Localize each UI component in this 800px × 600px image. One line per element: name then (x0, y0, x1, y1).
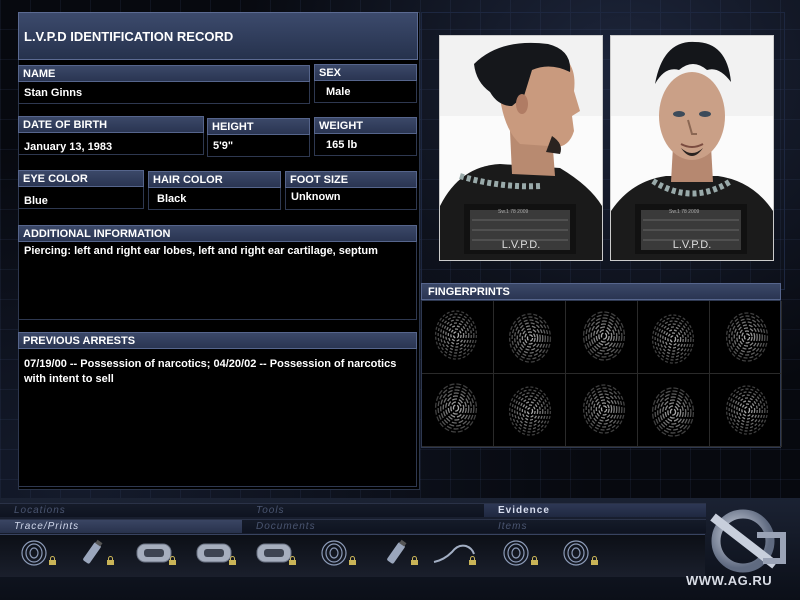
lock-icon (531, 552, 538, 570)
eye-color-label: EYE COLOR (18, 170, 144, 187)
placard-text-front: L.V.P.D. (672, 239, 712, 251)
height-label: HEIGHT (207, 118, 310, 135)
sex-label: SEX (314, 64, 417, 81)
inventory-slot[interactable] (250, 538, 298, 572)
lock-icon (229, 552, 236, 570)
tab-items[interactable]: Items (484, 519, 706, 533)
mugshot-front: L.V.P.D. Sw.1 78 2009 (610, 35, 774, 261)
fingerprint-icon (559, 539, 593, 572)
lock-icon (289, 552, 296, 570)
dob-value: January 13, 1983 (18, 133, 204, 155)
fingerprint-icon (725, 312, 768, 362)
spray-bottle-icon (75, 538, 109, 573)
record-title-bar: L.V.P.D IDENTIFICATION RECORD (18, 12, 418, 60)
fingerprint-sample[interactable] (494, 301, 566, 374)
fingerprint-sample[interactable] (422, 374, 494, 447)
lock-icon (49, 552, 56, 570)
fingerprints-label: FINGERPRINTS (421, 283, 781, 300)
previous-arrests-value: 07/19/00 -- Possession of narcotics; 04/… (18, 349, 417, 487)
csi-logo-icon[interactable] (705, 505, 787, 573)
tape-lift-icon (134, 540, 174, 571)
watermark: WWW.AG.RU (686, 573, 773, 588)
additional-info-label: ADDITIONAL INFORMATION (18, 225, 417, 242)
eye-color-value: Blue (18, 187, 144, 209)
inventory-slot[interactable] (310, 538, 358, 572)
lock-icon (349, 552, 356, 570)
inventory-slot[interactable] (372, 538, 420, 572)
additional-info-value: Piercing: left and right ear lobes, left… (18, 242, 417, 320)
fingerprint-icon (582, 384, 625, 434)
sex-value: Male (314, 81, 417, 103)
foot-size-value: Unknown (285, 188, 417, 210)
tab-trace-prints[interactable]: Trace/Prints (0, 519, 242, 533)
fingerprint-icon (651, 387, 694, 437)
hair-color-value: Black (148, 188, 281, 210)
fingerprint-icon (317, 539, 351, 572)
tab-evidence[interactable]: Evidence (484, 503, 706, 517)
fingerprint-icon (651, 314, 694, 364)
fingerprint-icon (725, 385, 768, 435)
name-value: Stan Ginns (18, 82, 310, 104)
mugshot-front-image (611, 36, 773, 260)
fingerprint-icon (17, 539, 51, 572)
fingerprints-grid (421, 300, 782, 448)
fingerprint-icon (582, 311, 625, 361)
record-title: L.V.P.D IDENTIFICATION RECORD (24, 29, 234, 44)
inventory-slot[interactable] (430, 538, 478, 572)
inventory-slot[interactable] (130, 538, 178, 572)
foot-size-label: FOOT SIZE (285, 171, 417, 188)
placard-small-front: Sw.1 78 2009 (669, 209, 700, 215)
fingerprint-sample[interactable] (422, 301, 494, 374)
hair-color-label: HAIR COLOR (148, 171, 281, 188)
inventory-slot[interactable] (10, 538, 58, 572)
fingerprint-sample[interactable] (638, 374, 710, 447)
height-value: 5'9" (207, 135, 310, 157)
lock-icon (591, 552, 598, 570)
mugshot-profile-image (440, 36, 602, 260)
fingerprint-icon (508, 313, 551, 363)
fingerprint-icon (434, 310, 477, 360)
fingerprint-sample[interactable] (710, 301, 782, 374)
fingerprint-icon (499, 539, 533, 572)
placard-small-profile: Sw.1 78 2009 (498, 209, 529, 215)
tape-lift-icon (254, 540, 294, 571)
inventory-slot[interactable] (552, 538, 600, 572)
spray-bottle-icon (379, 538, 413, 573)
tab-documents[interactable]: Documents (242, 519, 484, 533)
inventory-slot[interactable] (492, 538, 540, 572)
fingerprint-sample[interactable] (638, 301, 710, 374)
dob-label: DATE OF BIRTH (18, 116, 204, 133)
mugshot-profile: L.V.P.D. Sw.1 78 2009 (439, 35, 603, 261)
tab-tools[interactable]: Tools (242, 503, 484, 517)
inventory-slot[interactable] (190, 538, 238, 572)
weight-label: WEIGHT (314, 117, 417, 134)
fingerprint-sample[interactable] (710, 374, 782, 447)
fingerprint-icon (434, 383, 477, 433)
lock-icon (169, 552, 176, 570)
fingerprint-sample[interactable] (566, 374, 638, 447)
weight-value: 165 lb (314, 134, 417, 156)
placard-text-profile: L.V.P.D. (501, 239, 541, 251)
tape-lift-icon (194, 540, 234, 571)
fingerprint-icon (508, 386, 551, 436)
tab-locations[interactable]: Locations (0, 503, 242, 517)
lock-icon (107, 552, 114, 570)
lock-icon (469, 552, 476, 570)
previous-arrests-label: PREVIOUS ARRESTS (18, 332, 417, 349)
fingerprint-sample[interactable] (566, 301, 638, 374)
inventory-slot[interactable] (68, 538, 116, 572)
lock-icon (411, 552, 418, 570)
fingerprint-sample[interactable] (494, 374, 566, 447)
name-label: NAME (18, 65, 310, 82)
